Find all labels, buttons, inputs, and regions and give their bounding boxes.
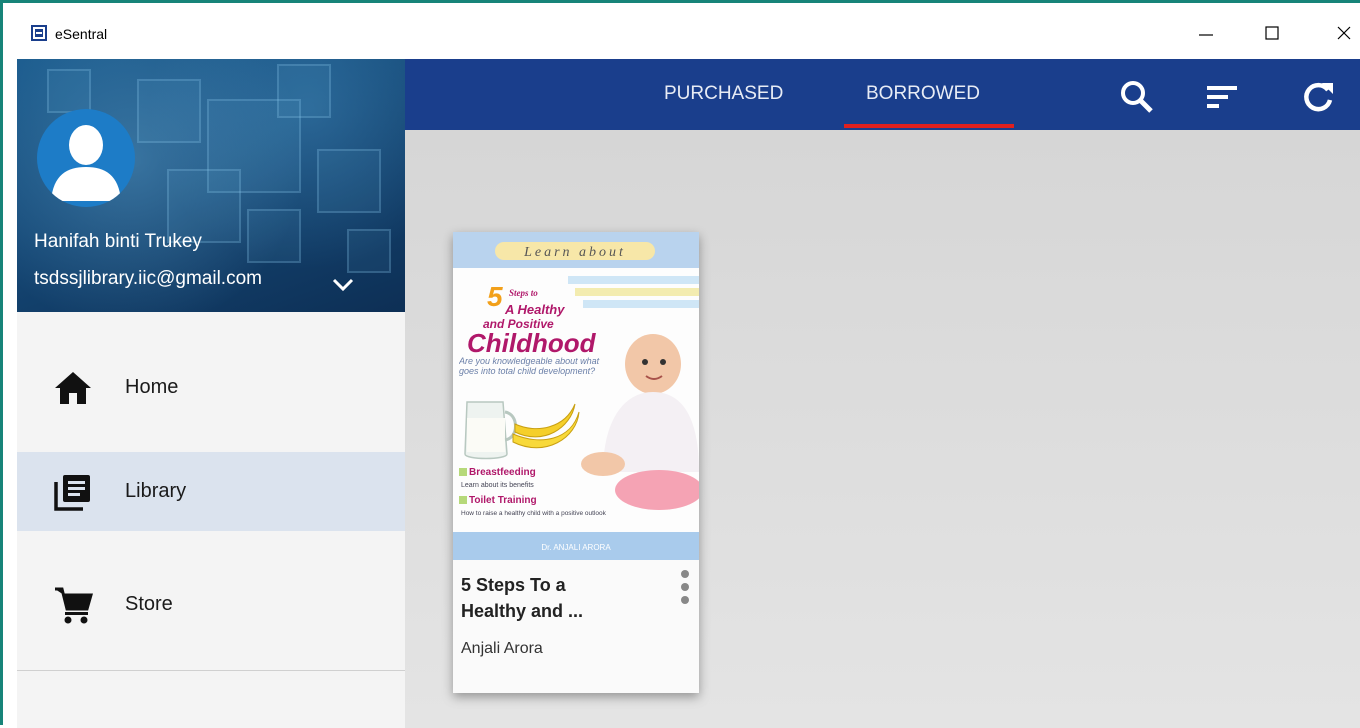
- book-author: Anjali Arora: [461, 640, 543, 657]
- book-title: 5 Steps To a Healthy and ...: [461, 572, 661, 624]
- cart-icon: [55, 587, 93, 623]
- background-tile: [317, 149, 381, 213]
- book-cover[interactable]: Learn about 5 Steps to A Healthy and Pos…: [453, 232, 699, 560]
- sidebar-divider: [17, 670, 405, 671]
- user-email: tsdssjlibrary.iic@gmail.com: [34, 268, 262, 289]
- sidebar-item-label: Library: [125, 480, 187, 502]
- cover-number: 5: [487, 281, 503, 312]
- cover-steps-to: Steps to: [509, 288, 538, 298]
- background-tile: [277, 64, 331, 118]
- cover-tagline: Are you knowledgeable about what goes in…: [459, 356, 600, 376]
- top-app-bar: PURCHASED BORROWED: [405, 59, 1360, 130]
- home-icon: [55, 371, 91, 404]
- book-title-line-1: 5 Steps To a: [461, 575, 566, 595]
- cover-bullet1-text: Learn about its benefits: [461, 482, 534, 489]
- profile-header: Hanifah binti Trukey tsdssjlibrary.iic@g…: [17, 59, 405, 312]
- more-options-icon: [681, 596, 689, 604]
- tab-purchased[interactable]: PURCHASED: [664, 83, 783, 105]
- cover-childhood: Childhood: [467, 328, 597, 358]
- more-options-icon: [681, 583, 689, 591]
- refresh-button[interactable]: [1298, 77, 1338, 117]
- sidebar-item-label: Home: [125, 376, 179, 398]
- sidebar: Hanifah binti Trukey tsdssjlibrary.iic@g…: [17, 59, 405, 728]
- user-silhouette-icon: [51, 125, 121, 201]
- cover-a-healthy: A Healthy: [504, 302, 565, 317]
- chevron-down-icon[interactable]: [331, 277, 355, 293]
- sidebar-item-store[interactable]: Store: [17, 565, 405, 644]
- minimize-button[interactable]: [1183, 15, 1229, 51]
- window-title: eSentral: [55, 26, 108, 42]
- sort-icon: [1207, 86, 1237, 108]
- search-button[interactable]: [1117, 77, 1157, 117]
- book-cover-art: Learn about 5 Steps to A Healthy and Pos…: [453, 232, 699, 560]
- esentral-logo-icon: [31, 25, 47, 41]
- avatar[interactable]: [37, 109, 135, 207]
- close-button[interactable]: [1321, 15, 1360, 51]
- cover-bullet2-title: Toilet Training: [469, 495, 537, 506]
- cover-author-band: Dr. ANJALI ARORA: [541, 543, 611, 552]
- book-card[interactable]: Learn about 5 Steps to A Healthy and Pos…: [453, 232, 699, 693]
- background-tile: [47, 69, 91, 113]
- refresh-icon: [1304, 82, 1333, 112]
- library-content: Learn about 5 Steps to A Healthy and Pos…: [405, 130, 1360, 728]
- book-title-line-2: Healthy and ...: [461, 601, 584, 621]
- more-options-icon: [681, 570, 689, 578]
- maximize-icon: [1265, 26, 1279, 40]
- title-bar: eSentral: [3, 3, 1360, 59]
- cover-bullet1-title: Breastfeeding: [469, 467, 536, 478]
- close-icon: [1337, 26, 1351, 40]
- active-tab-indicator: [844, 124, 1014, 128]
- sidebar-item-library[interactable]: Library: [17, 452, 405, 531]
- search-icon: [1121, 81, 1153, 113]
- app-window: eSentral Hanifah binti Trukey tsdssjlibr…: [0, 0, 1360, 728]
- background-tile: [247, 209, 301, 263]
- cover-tagline-box: Are you knowledgeable about what goes in…: [459, 356, 600, 376]
- library-icon: [54, 474, 90, 511]
- more-options-button[interactable]: [677, 568, 693, 608]
- minimize-icon: [1199, 34, 1213, 36]
- background-tile: [347, 229, 391, 273]
- cover-banner: Learn about: [523, 245, 626, 260]
- background-tile: [137, 79, 201, 143]
- sidebar-item-label: Store: [125, 593, 173, 615]
- user-name: Hanifah binti Trukey: [34, 231, 202, 252]
- cover-bullet2-text: How to raise a healthy child with a posi…: [461, 510, 607, 517]
- sort-button[interactable]: [1202, 77, 1242, 117]
- tab-borrowed[interactable]: BORROWED: [866, 83, 980, 105]
- maximize-button[interactable]: [1249, 15, 1295, 51]
- sidebar-item-home[interactable]: Home: [17, 348, 405, 427]
